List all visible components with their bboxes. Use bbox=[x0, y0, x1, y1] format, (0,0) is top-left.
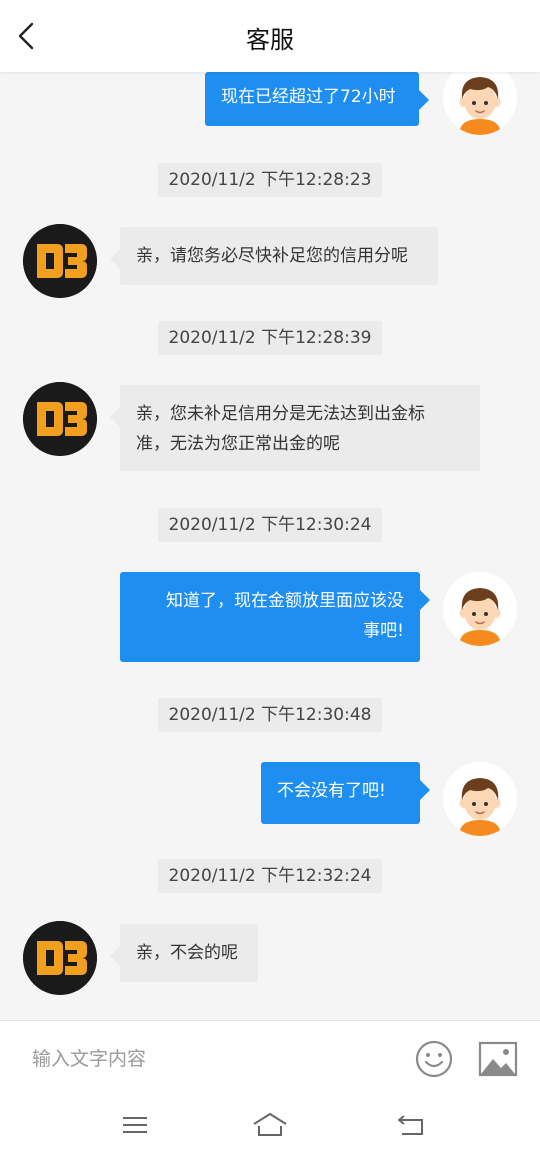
logo-icon bbox=[23, 382, 97, 456]
logo-icon bbox=[23, 921, 97, 995]
boy-face-icon bbox=[443, 572, 517, 646]
message-text: 亲，请您务必尽快补足您的信用分呢 bbox=[136, 246, 408, 266]
agent-message: 亲，不会的呢 bbox=[110, 924, 258, 982]
message-text: 亲，不会的呢 bbox=[136, 943, 238, 963]
agent-message: 亲，请您务必尽快补足您的信用分呢 bbox=[110, 227, 438, 285]
chat-history[interactable]: 现在已经超过了72小时 2020/11/2 下午12:28:23 亲，请您务必尽… bbox=[0, 72, 540, 1020]
message-input[interactable] bbox=[32, 1041, 402, 1077]
message-line: 亲，您未补足信用分是无法达到出金标 bbox=[136, 404, 425, 424]
user-message: 知道了，现在金额放里面应该没 事吧! bbox=[120, 572, 430, 662]
input-bar bbox=[0, 1020, 540, 1096]
message-text: 现在已经超过了72小时 bbox=[221, 87, 396, 107]
home-icon[interactable] bbox=[251, 1110, 289, 1140]
agent-avatar bbox=[23, 921, 97, 995]
timestamp: 2020/11/2 下午12:30:24 bbox=[158, 508, 382, 542]
smiley-icon[interactable] bbox=[414, 1039, 454, 1079]
timestamp: 2020/11/2 下午12:32:24 bbox=[158, 859, 382, 893]
page-title: 客服 bbox=[246, 26, 294, 54]
user-avatar bbox=[443, 72, 517, 135]
logo-icon bbox=[23, 224, 97, 298]
system-nav-bar bbox=[0, 1096, 540, 1158]
message-line: 事吧! bbox=[363, 621, 404, 641]
header: 客服 bbox=[0, 0, 540, 72]
agent-avatar bbox=[23, 382, 97, 456]
message-text: 不会没有了吧! bbox=[277, 781, 386, 801]
message-line: 准，无法为您正常出金的呢 bbox=[136, 434, 340, 454]
user-message: 现在已经超过了72小时 bbox=[205, 72, 429, 126]
agent-message: 亲，您未补足信用分是无法达到出金标 准，无法为您正常出金的呢 bbox=[110, 385, 480, 471]
message-line: 知道了，现在金额放里面应该没 bbox=[166, 591, 404, 611]
timestamp: 2020/11/2 下午12:30:48 bbox=[158, 698, 382, 732]
user-message: 不会没有了吧! bbox=[261, 762, 430, 824]
user-avatar bbox=[443, 572, 517, 646]
user-avatar bbox=[443, 762, 517, 836]
timestamp: 2020/11/2 下午12:28:39 bbox=[158, 321, 382, 355]
agent-avatar bbox=[23, 224, 97, 298]
boy-face-icon bbox=[443, 72, 517, 135]
return-icon[interactable] bbox=[394, 1110, 428, 1140]
menu-icon[interactable] bbox=[118, 1110, 152, 1140]
image-icon[interactable] bbox=[478, 1041, 518, 1077]
boy-face-icon bbox=[443, 762, 517, 836]
timestamp: 2020/11/2 下午12:28:23 bbox=[158, 163, 382, 197]
